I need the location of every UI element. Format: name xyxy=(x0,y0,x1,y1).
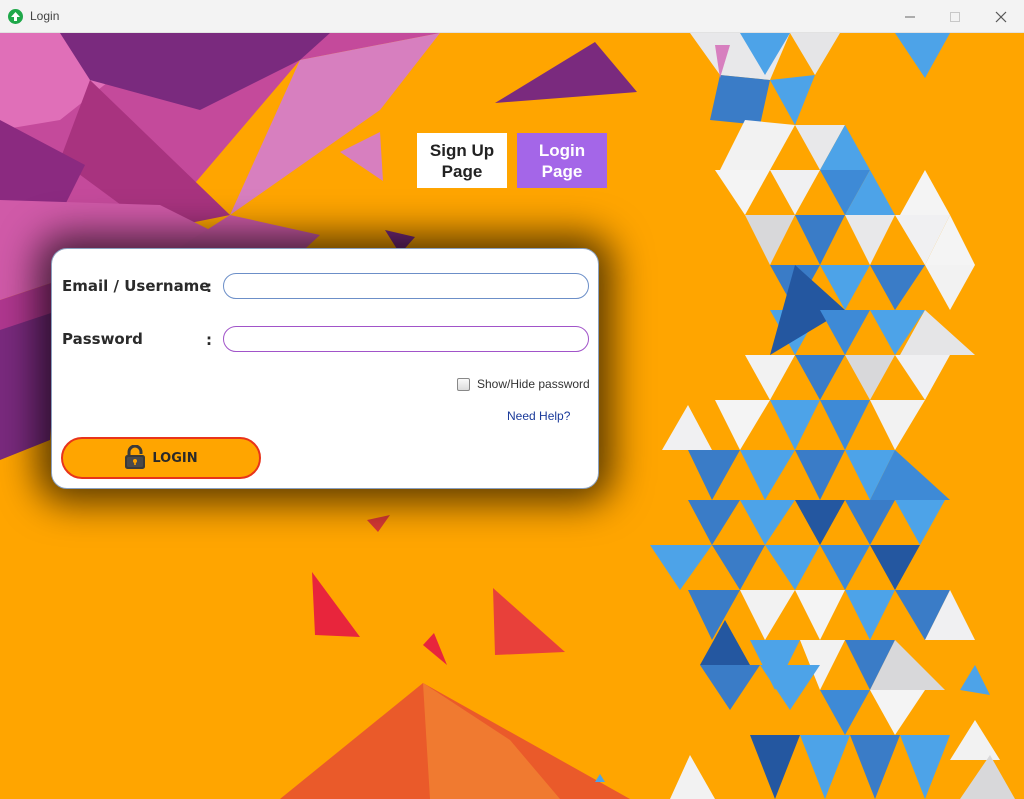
password-label: Password xyxy=(62,330,143,348)
maximize-button[interactable] xyxy=(944,6,966,28)
login-card: Email / Username : Password : Show/Hide … xyxy=(51,248,599,489)
email-label: Email / Username xyxy=(62,277,210,295)
password-field[interactable] xyxy=(223,326,589,352)
signup-page-label: Sign Up Page xyxy=(429,140,495,181)
show-password-toggle[interactable]: Show/Hide password xyxy=(457,377,590,391)
app-up-arrow-icon xyxy=(8,9,23,24)
show-password-checkbox[interactable] xyxy=(457,377,470,391)
login-page-label: Login Page xyxy=(538,140,586,181)
window-titlebar: Login xyxy=(0,0,1024,33)
login-page-button[interactable]: Login Page xyxy=(517,133,607,188)
window-title: Login xyxy=(30,9,60,23)
close-button[interactable] xyxy=(990,6,1012,28)
padlock-icon xyxy=(124,444,146,470)
minimize-button[interactable] xyxy=(899,6,921,28)
show-password-label: Show/Hide password xyxy=(477,377,590,391)
email-field[interactable] xyxy=(223,273,589,299)
email-colon: : xyxy=(206,278,212,296)
signup-page-button[interactable]: Sign Up Page xyxy=(417,133,507,188)
password-colon: : xyxy=(206,331,212,349)
login-button-label: LOGIN xyxy=(152,450,198,466)
login-button[interactable]: LOGIN xyxy=(61,437,261,479)
need-help-link[interactable]: Need Help? xyxy=(507,409,570,423)
